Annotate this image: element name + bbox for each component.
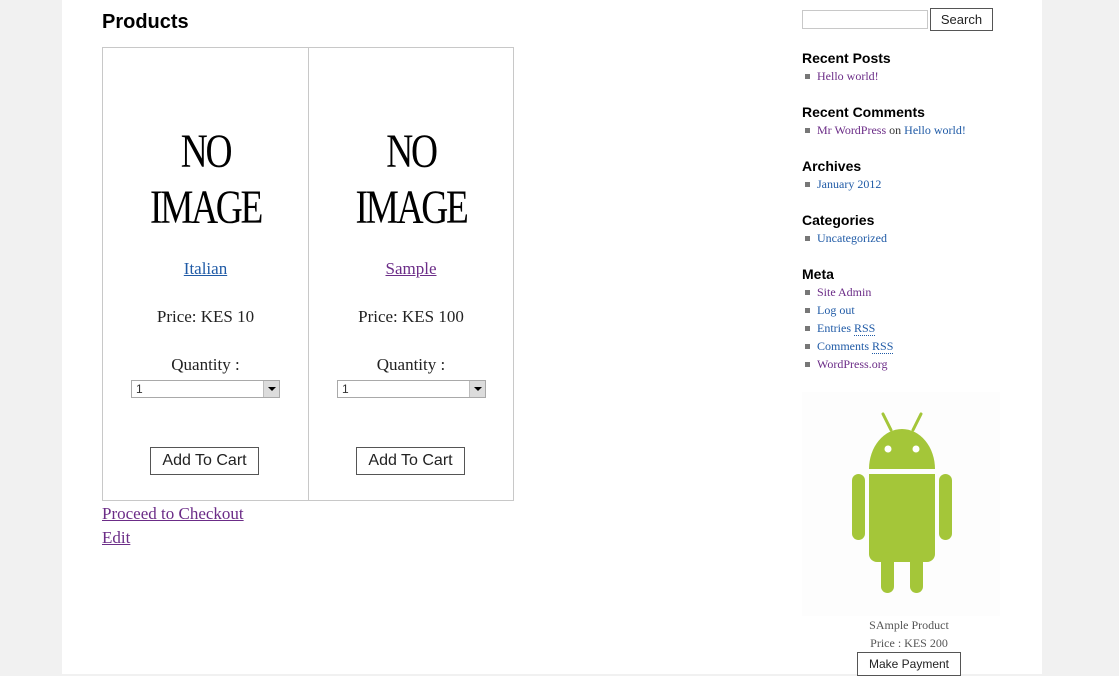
product-price: Price: KES 10	[156, 307, 255, 326]
product-name: Italian	[103, 258, 308, 280]
comments-rss-prefix: Comments	[817, 339, 870, 353]
list-item: Uncategorized	[802, 229, 1002, 247]
widget-title: Categories	[802, 212, 875, 228]
wordpress-org-link[interactable]: WordPress.org	[817, 357, 887, 371]
widget-title: Archives	[802, 158, 862, 174]
products-grid: NO IMAGE Italian Price: KES 10 Quantity …	[102, 47, 514, 501]
recent-posts-list: Hello world!	[802, 67, 1002, 85]
list-item: Entries RSS	[802, 319, 1002, 337]
archives-list: January 2012	[802, 175, 1002, 193]
widget-title: Meta	[802, 266, 834, 282]
list-item: Comments RSS	[802, 337, 1002, 355]
edit-link[interactable]: Edit	[102, 527, 130, 549]
product-link-italian[interactable]: Italian	[184, 259, 227, 278]
comments-rss-link[interactable]: Comments RSS	[817, 339, 894, 354]
meta-widget: Meta Site Admin Log out Entries RSS Comm…	[802, 265, 1002, 373]
search-input[interactable]	[802, 10, 928, 29]
list-item: Site Admin	[802, 283, 1002, 301]
add-to-cart-button[interactable]: Add To Cart	[356, 447, 465, 475]
product-price: Price: KES 100	[358, 307, 464, 326]
product-name: Sample	[309, 258, 513, 280]
quantity-label: Quantity :	[376, 355, 446, 374]
page-title: Products	[102, 11, 189, 33]
log-out-link[interactable]: Log out	[817, 303, 855, 317]
quantity-select[interactable]: 1	[337, 380, 486, 398]
proceed-to-checkout-link[interactable]: Proceed to Checkout	[102, 503, 244, 525]
archives-widget: Archives January 2012	[802, 157, 1002, 193]
sidebar-product-name: SAmple Product	[869, 618, 949, 632]
categories-list: Uncategorized	[802, 229, 1002, 247]
main-content: Products NO IMAGE Italian Price: KES 10 …	[102, 0, 702, 674]
widget-title: Recent Posts	[802, 50, 891, 66]
widget-title: Recent Comments	[802, 104, 925, 120]
add-to-cart-button[interactable]: Add To Cart	[150, 447, 259, 475]
product-link-sample[interactable]: Sample	[386, 259, 437, 278]
make-payment-button[interactable]: Make Payment	[857, 652, 961, 676]
site-admin-link[interactable]: Site Admin	[817, 285, 871, 299]
quantity-value: 1	[136, 382, 143, 396]
list-item: Hello world!	[802, 67, 1002, 85]
android-robot-icon	[802, 392, 1000, 616]
quantity-label: Quantity :	[171, 355, 240, 374]
list-item: January 2012	[802, 175, 1002, 193]
list-item: Log out	[802, 301, 1002, 319]
sidebar-product-price: Price : KES 200	[870, 636, 948, 650]
category-link[interactable]: Uncategorized	[817, 231, 887, 245]
recent-comments-widget: Recent Comments Mr WordPress on Hello wo…	[802, 103, 1002, 139]
entries-rss-link[interactable]: Entries RSS	[817, 321, 876, 336]
quantity-value: 1	[342, 382, 349, 396]
meta-list: Site Admin Log out Entries RSS Comments …	[802, 283, 1002, 373]
quantity-select[interactable]: 1	[131, 380, 280, 398]
list-item: WordPress.org	[802, 355, 1002, 373]
list-item: Mr WordPress on Hello world!	[802, 121, 1002, 139]
sidebar: Search Recent Posts Hello world! Recent …	[802, 0, 1002, 676]
chevron-down-icon[interactable]	[469, 381, 485, 397]
comments-rss-abbr: RSS	[872, 339, 894, 354]
product-card-italian: NO IMAGE Italian Price: KES 10 Quantity …	[103, 48, 308, 500]
no-image-placeholder: NO IMAGE	[355, 125, 468, 234]
search-button[interactable]: Search	[930, 8, 993, 31]
entries-rss-prefix: Entries	[817, 321, 851, 335]
categories-widget: Categories Uncategorized	[802, 211, 1002, 247]
chevron-down-icon[interactable]	[263, 381, 279, 397]
recent-post-link[interactable]: Hello world!	[817, 69, 879, 83]
comment-author-link[interactable]: Mr WordPress	[817, 123, 886, 137]
entries-rss-abbr: RSS	[854, 321, 876, 336]
recent-comments-list: Mr WordPress on Hello world!	[802, 121, 1002, 139]
page-container: Products NO IMAGE Italian Price: KES 10 …	[62, 0, 1042, 676]
comment-connector: on	[889, 123, 902, 137]
no-image-placeholder: NO IMAGE	[149, 125, 263, 234]
comment-post-link[interactable]: Hello world!	[904, 123, 966, 137]
recent-posts-widget: Recent Posts Hello world!	[802, 49, 1002, 85]
archive-link[interactable]: January 2012	[817, 177, 881, 191]
product-card-sample: NO IMAGE Sample Price: KES 100 Quantity …	[308, 48, 513, 500]
